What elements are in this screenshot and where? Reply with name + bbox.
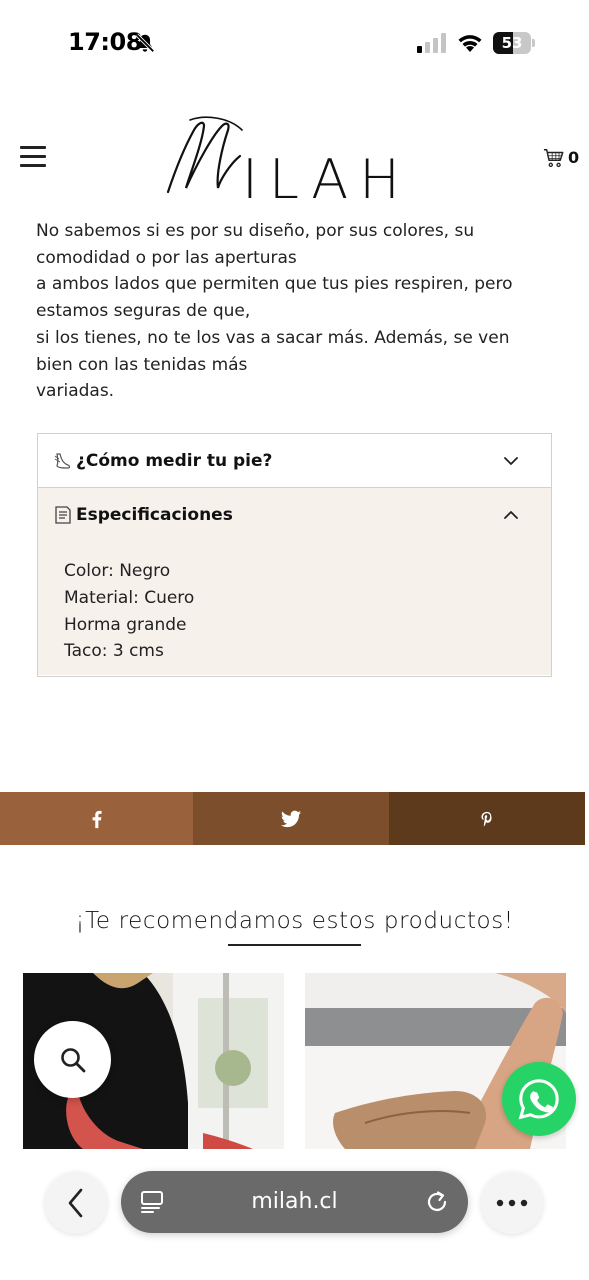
share-bar [0,792,585,845]
twitter-icon [280,810,302,827]
recommendations-title: ¡Te recomendamos estos productos! [75,908,514,934]
spec-material: Material: Cuero [64,587,195,608]
spec-heel: Taco: 3 cms [64,641,164,662]
logo-script-m [166,116,243,194]
pinterest-icon [481,811,492,826]
spec-fit: Horma grande [64,614,187,635]
facebook-icon [92,810,102,828]
reload-icon[interactable] [424,1189,450,1215]
description-line: estamos seguras de que, [36,301,251,322]
browser-toolbar: milah.cl [0,1150,589,1280]
share-twitter-button[interactable] [193,792,389,845]
milah-logo[interactable]: ILAH [160,116,435,210]
site-header: ILAH 0 [0,100,589,220]
search-icon [60,1047,85,1072]
signal-icon [417,33,446,53]
description-line: variadas. [36,381,115,402]
cart-icon [543,149,564,168]
share-pinterest-button[interactable] [389,792,585,845]
whatsapp-button[interactable] [502,1062,576,1136]
description-line: comodidad o por las aperturas [36,247,297,268]
title-underline [228,944,361,946]
accordion-item-specifications[interactable]: Especificaciones Color: Negro Material: … [38,488,551,675]
battery-percent: 53 [501,34,523,52]
accordion-item-foot-size[interactable]: ¿Cómo medir tu pie? [38,434,551,488]
document-icon [55,506,71,524]
logo-text: ILAH [242,148,411,211]
address-bar[interactable]: milah.cl [121,1171,468,1233]
cart-button[interactable]: 0 [543,147,583,169]
product-description: No sabemos si es por su diseño, por sus … [36,218,556,405]
back-arrow-icon [68,1188,83,1218]
status-bar: 17:08 53 [0,0,589,80]
accordion-title: Especificaciones [76,505,233,525]
back-button[interactable] [45,1172,107,1234]
accordion-title: ¿Cómo medir tu pie? [76,451,273,471]
more-options-button[interactable] [481,1172,543,1234]
chevron-down-icon [504,457,518,465]
bell-slash-icon [135,33,155,53]
description-line: bien con las tenidas más [36,354,248,375]
tabs-icon[interactable] [139,1189,165,1215]
status-time: 17:08 [68,28,142,56]
more-dots-icon [496,1199,528,1207]
spec-color: Color: Negro [64,561,171,581]
url-text: milah.cl [251,1189,338,1214]
cart-count: 0 [568,148,580,167]
description-line: si los tienes, no te los vas a sacar más… [36,327,510,348]
description-line: a ambos lados que permiten que tus pies … [36,274,513,295]
description-line: No sabemos si es por su diseño, por sus … [36,221,475,241]
battery-icon: 53 [493,32,535,54]
hamburger-menu-icon[interactable] [20,146,48,168]
product-accordion: ¿Cómo medir tu pie? Especificaciones Col… [37,433,552,677]
foot-icon [54,453,71,469]
share-facebook-button[interactable] [0,792,193,845]
wifi-icon [458,35,482,52]
search-button[interactable] [34,1021,111,1098]
specifications-list: Color: Negro Material: Cuero Horma grand… [38,542,551,665]
whatsapp-icon [518,1079,559,1120]
chevron-up-icon [504,511,518,519]
